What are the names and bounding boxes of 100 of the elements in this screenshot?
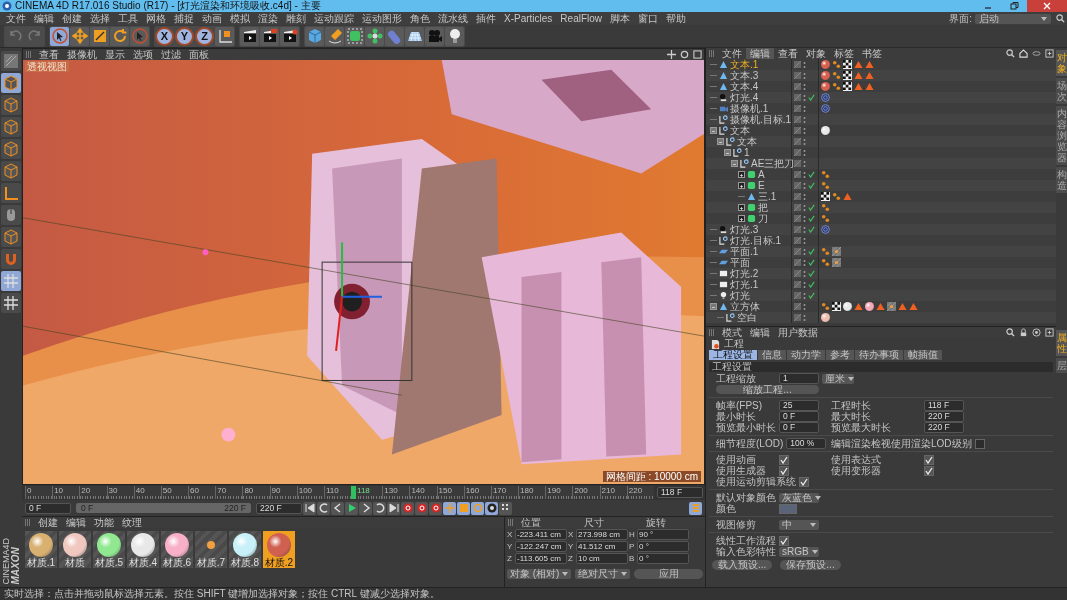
search-icon[interactable] xyxy=(1056,14,1065,23)
target-tag-icon[interactable] xyxy=(821,225,830,234)
number-field[interactable]: 0 F xyxy=(779,422,819,433)
menu-item[interactable]: 标签 xyxy=(830,47,858,60)
collapse-icon[interactable] xyxy=(724,149,731,156)
dots-tag-icon[interactable] xyxy=(832,60,841,69)
dots-tag-icon[interactable] xyxy=(821,302,830,311)
apply-button[interactable]: 应用 xyxy=(634,568,703,579)
menu-item[interactable]: 渲染 xyxy=(254,12,282,25)
key-parameter-button[interactable] xyxy=(485,501,498,515)
viewport-menu-item[interactable]: 面板 xyxy=(185,48,213,61)
visibility-dots-icon[interactable] xyxy=(803,115,806,124)
menu-item[interactable]: 动画 xyxy=(198,12,226,25)
menu-item[interactable]: 流水线 xyxy=(434,12,472,25)
viewport-menu-item[interactable]: 选项 xyxy=(129,48,157,61)
move-tool-button[interactable] xyxy=(70,26,89,46)
visibility-dots-icon[interactable] xyxy=(803,148,806,157)
texture-tag-icon[interactable] xyxy=(887,302,896,311)
coordinate-field[interactable]: 90 ° xyxy=(637,529,689,540)
material-tag-icon[interactable] xyxy=(821,313,830,322)
color-swatch[interactable] xyxy=(779,503,797,514)
dots-tag-icon[interactable] xyxy=(821,170,830,179)
record-key-button[interactable] xyxy=(429,501,442,515)
collapse-icon[interactable] xyxy=(710,303,717,310)
new-window-icon[interactable] xyxy=(1045,49,1054,58)
menu-item[interactable]: 运动跟踪 xyxy=(310,12,358,25)
material-menu-item[interactable]: 功能 xyxy=(90,516,118,529)
number-field[interactable]: 25 xyxy=(779,400,819,411)
object-name[interactable]: 灯光.1 xyxy=(730,279,759,290)
checkmark-icon[interactable] xyxy=(808,248,815,255)
visibility-dots-icon[interactable] xyxy=(803,192,806,201)
visibility-dots-icon[interactable] xyxy=(803,203,806,212)
next-key-button[interactable] xyxy=(373,501,386,515)
material-menu-item[interactable]: 创建 xyxy=(34,516,62,529)
object-name[interactable]: 文本.1 xyxy=(730,59,759,70)
checkmark-icon[interactable] xyxy=(808,292,815,299)
previous-frame-button[interactable] xyxy=(331,501,344,515)
coordinate-field[interactable]: 273.998 cm xyxy=(576,529,628,540)
object-name[interactable]: 灯光.目标.1 xyxy=(730,235,782,246)
menu-item[interactable]: 选择 xyxy=(86,12,114,25)
maximize-view-icon[interactable] xyxy=(693,50,702,59)
timeline-layout-button[interactable] xyxy=(689,501,702,515)
mode-dropdown[interactable]: 对象 (相对) xyxy=(507,568,572,579)
object-name[interactable]: 灯光.2 xyxy=(730,268,759,279)
checkmark-icon[interactable] xyxy=(808,182,815,189)
visibility-dots-icon[interactable] xyxy=(803,269,806,278)
menu-item[interactable]: 对象 xyxy=(802,47,830,60)
object-name[interactable]: 文本.4 xyxy=(730,81,759,92)
lock-icon[interactable] xyxy=(1019,328,1028,337)
axis-lock-button[interactable]: Z xyxy=(195,26,214,46)
object-name[interactable]: 灯光.4 xyxy=(730,92,759,103)
object-name[interactable]: A xyxy=(758,169,765,180)
mode-dropdown[interactable]: 绝对尺寸 xyxy=(575,568,631,579)
coordinate-field[interactable]: 41.512 cm xyxy=(576,541,628,552)
number-field[interactable]: 220 F xyxy=(924,411,964,422)
visibility-dots-icon[interactable] xyxy=(803,247,806,256)
object-name[interactable]: 灯光.3 xyxy=(730,224,759,235)
coordinate-field[interactable]: 0 ° xyxy=(637,541,689,552)
checkbox[interactable] xyxy=(799,476,809,487)
preset-button[interactable]: 载入预设... xyxy=(712,559,773,570)
dots-tag-icon[interactable] xyxy=(821,214,830,223)
visibility-dots-icon[interactable] xyxy=(803,126,806,135)
visibility-dots-icon[interactable] xyxy=(803,137,806,146)
side-tab[interactable]: 层 xyxy=(1056,358,1067,373)
visibility-dots-icon[interactable] xyxy=(803,93,806,102)
object-name[interactable]: 平面.1 xyxy=(730,246,759,257)
menu-item[interactable]: RealFlow xyxy=(556,12,607,25)
viewport-menu-item[interactable]: 摄像机 xyxy=(63,48,101,61)
tab[interactable]: 参考 xyxy=(826,350,854,360)
checker-tag-icon[interactable] xyxy=(843,60,852,69)
menu-item[interactable]: 帮助 xyxy=(662,12,691,25)
dots-tag-icon[interactable] xyxy=(832,71,841,80)
timeline-ruler[interactable]: 0 10 20 30 40 50 60 70 80 90 100 110 118 130 140 150 160 170 180 190 200 210 220 xyxy=(25,486,654,499)
object-name[interactable]: 文本 xyxy=(737,136,757,147)
coordinate-field[interactable]: 0 ° xyxy=(637,553,689,564)
menu-item[interactable]: 查看 xyxy=(774,47,802,60)
visibility-dots-icon[interactable] xyxy=(803,60,806,69)
collapse-icon[interactable] xyxy=(731,160,738,167)
menu-item[interactable]: 编辑 xyxy=(746,327,774,339)
color-dropdown[interactable]: 灰蓝色 xyxy=(779,492,819,503)
menu-item[interactable]: 模拟 xyxy=(226,12,254,25)
close-button[interactable] xyxy=(1027,0,1067,12)
object-name[interactable]: 立方体 xyxy=(730,301,760,312)
tab[interactable]: 帧插值 xyxy=(904,350,942,360)
object-name[interactable]: 摄像机.目标.1 xyxy=(730,114,792,125)
checkbox[interactable] xyxy=(974,438,985,449)
end-frame-field[interactable]: 220 F xyxy=(256,502,302,514)
material-swatch[interactable]: 材质.2 xyxy=(263,531,295,568)
next-frame-button[interactable] xyxy=(359,501,372,515)
expand-icon[interactable] xyxy=(738,204,745,211)
cursor-tool-button[interactable] xyxy=(130,26,149,46)
material-tag-icon[interactable] xyxy=(821,60,830,69)
object-name[interactable]: 摄像机.1 xyxy=(730,103,769,114)
dots-tag-icon[interactable] xyxy=(821,203,830,212)
pen-button[interactable] xyxy=(325,26,344,46)
object-name[interactable]: 1 xyxy=(744,147,750,158)
previous-key-button[interactable] xyxy=(317,501,330,515)
side-tab[interactable]: 对象 xyxy=(1056,50,1067,76)
record-key-button[interactable] xyxy=(415,501,428,515)
menu-item[interactable]: 创建 xyxy=(58,12,86,25)
